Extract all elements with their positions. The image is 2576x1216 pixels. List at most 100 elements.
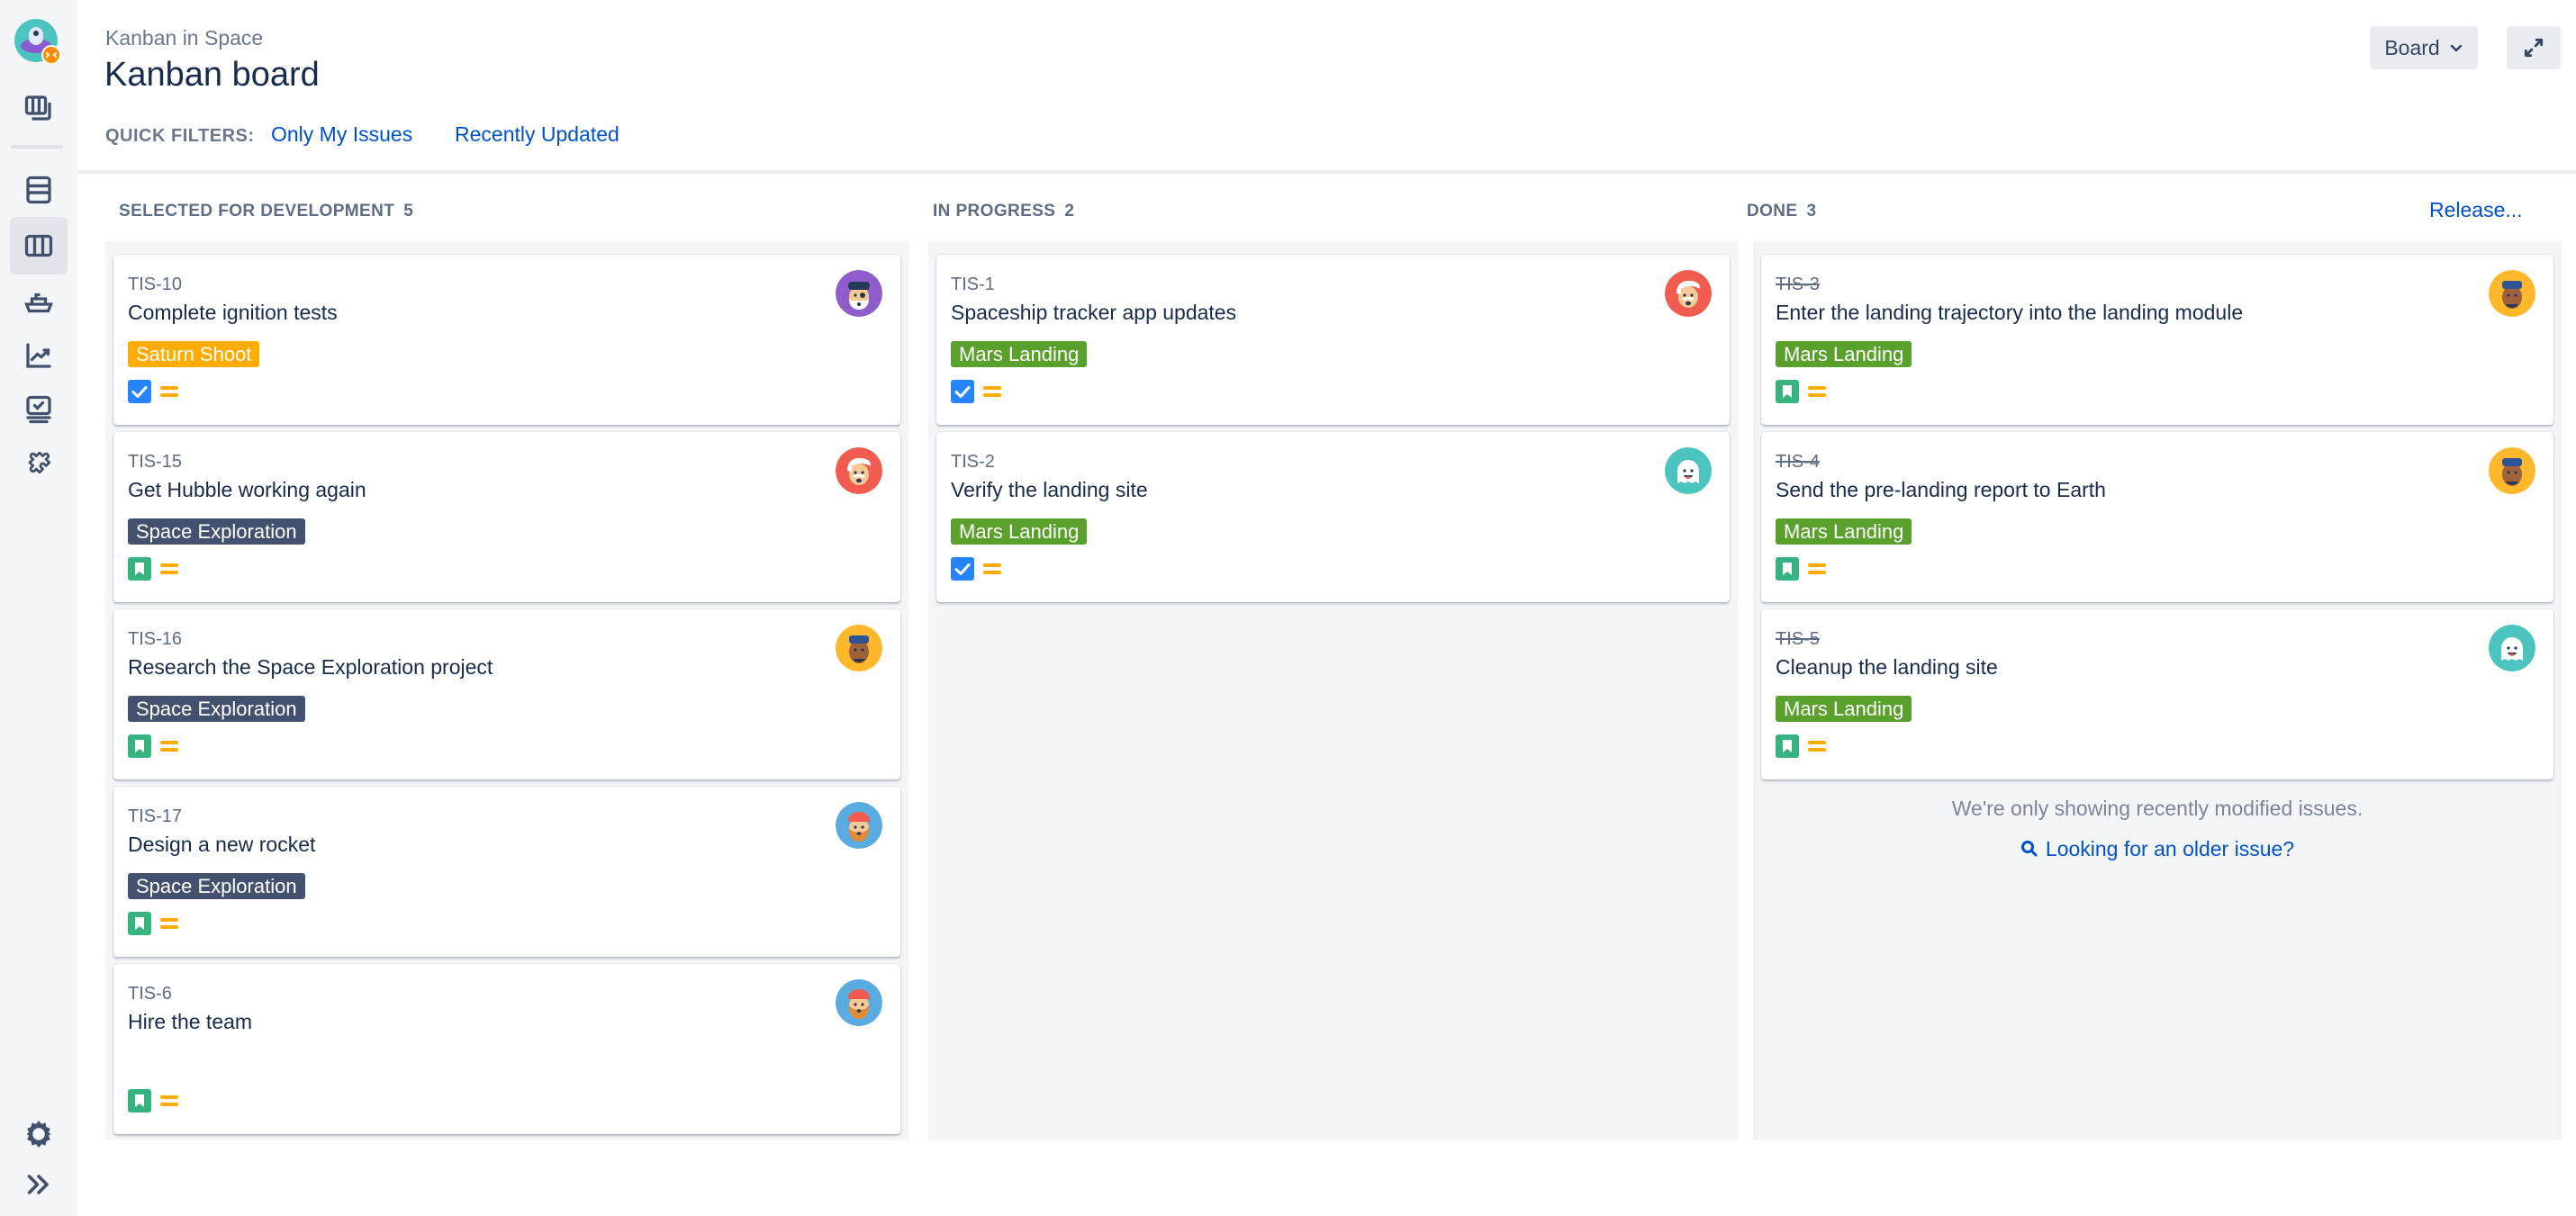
project-avatar-icon[interactable] [14, 18, 64, 68]
issue-card[interactable]: TIS-15 Get Hubble working again Space Exp… [113, 432, 900, 602]
issue-key[interactable]: TIS-6 [128, 984, 172, 1004]
issue-card[interactable]: TIS-1 Spaceship tracker app updates Mars … [936, 255, 1730, 425]
column-in-progress: TIS-1 Spaceship tracker app updates Mars … [928, 241, 1738, 1140]
issue-card[interactable]: TIS-5 Cleanup the landing site Mars Landi… [1761, 609, 2553, 779]
older-issue-link-label: Looking for an older issue? [2045, 837, 2295, 860]
assignee-avatar[interactable] [836, 979, 882, 1026]
issue-summary: Research the Space Exploration project [128, 655, 493, 679]
priority-medium-icon [1808, 385, 1826, 398]
boards-nav-icon[interactable] [10, 79, 68, 137]
search-icon [2020, 841, 2038, 857]
assignee-avatar[interactable] [1665, 270, 1712, 317]
sidebar [0, 0, 77, 1216]
column-count: 2 [1064, 202, 1075, 221]
issue-summary: Complete ignition tests [128, 301, 338, 324]
story-type-icon [1776, 380, 1799, 403]
issue-summary: Design a new rocket [128, 833, 316, 856]
epic-label[interactable]: Mars Landing [1776, 518, 1912, 545]
issue-card[interactable]: TIS-16 Research the Space Exploration pr… [113, 609, 900, 779]
task-type-icon [128, 380, 151, 403]
issue-key[interactable]: TIS-3 [1776, 275, 1820, 295]
assignee-avatar[interactable] [836, 447, 882, 494]
column-title: DONE [1747, 202, 1798, 221]
expand-sidebar-icon[interactable] [10, 1156, 68, 1213]
add-ons-icon[interactable] [10, 435, 68, 492]
priority-medium-icon [1808, 563, 1826, 575]
priority-medium-icon [160, 563, 178, 575]
task-type-icon [951, 380, 974, 403]
issue-card[interactable]: TIS-2 Verify the landing site Mars Landin… [936, 432, 1730, 602]
issue-key[interactable]: TIS-2 [951, 452, 995, 473]
releases-icon[interactable] [10, 273, 68, 330]
assignee-avatar[interactable] [2489, 447, 2535, 494]
priority-medium-icon [1808, 740, 1826, 752]
epic-label[interactable]: Space Exploration [128, 873, 305, 899]
issue-key[interactable]: TIS-1 [951, 275, 995, 295]
assignee-avatar[interactable] [836, 802, 882, 849]
issue-card[interactable]: TIS-3 Enter the landing trajectory into … [1761, 255, 2553, 425]
backlog-icon[interactable] [10, 161, 68, 219]
issue-summary: Send the pre-landing report to Earth [1776, 478, 2106, 501]
assignee-avatar[interactable] [2489, 625, 2535, 671]
issue-meta [951, 380, 1001, 403]
priority-medium-icon [160, 917, 178, 930]
older-issue-link[interactable]: Looking for an older issue? [1753, 837, 2562, 861]
issue-meta [128, 380, 178, 403]
epic-label[interactable]: Mars Landing [1776, 696, 1912, 722]
reports-icon[interactable] [10, 327, 68, 384]
issue-key[interactable]: TIS-17 [128, 806, 182, 827]
issue-key[interactable]: TIS-15 [128, 452, 182, 473]
quick-filter-recently-updated[interactable]: Recently Updated [455, 122, 619, 147]
assignee-avatar[interactable] [2489, 270, 2535, 317]
epic-label[interactable]: Mars Landing [951, 518, 1088, 545]
issue-key[interactable]: TIS-5 [1776, 629, 1820, 650]
issue-card[interactable]: TIS-6 Hire the team [113, 964, 900, 1134]
issues-icon[interactable] [10, 381, 68, 438]
breadcrumb[interactable]: Kanban in Space [105, 26, 263, 50]
epic-label[interactable]: Mars Landing [951, 341, 1088, 367]
column-header-in-progress: IN PROGRESS 2 [933, 202, 1074, 221]
issue-key[interactable]: TIS-10 [128, 275, 182, 295]
quick-filter-only-my-issues[interactable]: Only My Issues [271, 122, 412, 147]
issue-meta [1776, 734, 1826, 758]
issue-summary: Verify the landing site [951, 478, 1148, 501]
fullscreen-button[interactable] [2507, 26, 2561, 69]
expand-icon [2524, 38, 2544, 58]
assignee-avatar[interactable] [836, 625, 882, 671]
epic-label[interactable]: Mars Landing [1776, 341, 1912, 367]
quick-filters-label: QUICK FILTERS: [105, 126, 255, 146]
settings-icon[interactable] [10, 1105, 68, 1163]
release-link[interactable]: Release... [2429, 198, 2523, 222]
column-selected-for-development: TIS-10 Complete ignition tests Saturn Sho… [105, 241, 908, 1140]
priority-medium-icon [983, 385, 1001, 398]
issue-card[interactable]: TIS-4 Send the pre-landing report to Ear… [1761, 432, 2553, 602]
epic-label[interactable]: Space Exploration [128, 518, 305, 545]
column-title: IN PROGRESS [933, 202, 1056, 221]
issue-summary: Hire the team [128, 1010, 253, 1033]
epic-label[interactable]: Space Exploration [128, 696, 305, 722]
assignee-avatar[interactable] [836, 270, 882, 317]
story-type-icon [128, 1089, 151, 1112]
issue-card[interactable]: TIS-17 Design a new rocket Space Explorat… [113, 787, 900, 957]
board-menu-button[interactable]: Board [2370, 26, 2478, 69]
page-title: Kanban board [104, 56, 320, 94]
issue-meta [1776, 557, 1826, 581]
assignee-avatar[interactable] [1665, 447, 1712, 494]
header-divider [77, 170, 2576, 174]
board-icon[interactable] [10, 217, 68, 275]
story-type-icon [1776, 557, 1799, 581]
issue-meta [1776, 380, 1826, 403]
issue-card[interactable]: TIS-10 Complete ignition tests Saturn Sho… [113, 255, 900, 425]
column-header-done: DONE 3 [1747, 202, 1816, 221]
task-type-icon [951, 557, 974, 581]
column-header-selected-for-development: SELECTED FOR DEVELOPMENT 5 [119, 202, 413, 221]
issue-summary: Get Hubble working again [128, 478, 366, 501]
issue-meta [128, 912, 178, 935]
epic-label[interactable]: Saturn Shoot [128, 341, 260, 367]
issue-key[interactable]: TIS-16 [128, 629, 182, 650]
sidebar-divider [11, 145, 63, 149]
issue-key[interactable]: TIS-4 [1776, 452, 1820, 473]
column-title: SELECTED FOR DEVELOPMENT [119, 202, 395, 221]
priority-medium-icon [983, 563, 1001, 575]
issue-meta [128, 734, 178, 758]
